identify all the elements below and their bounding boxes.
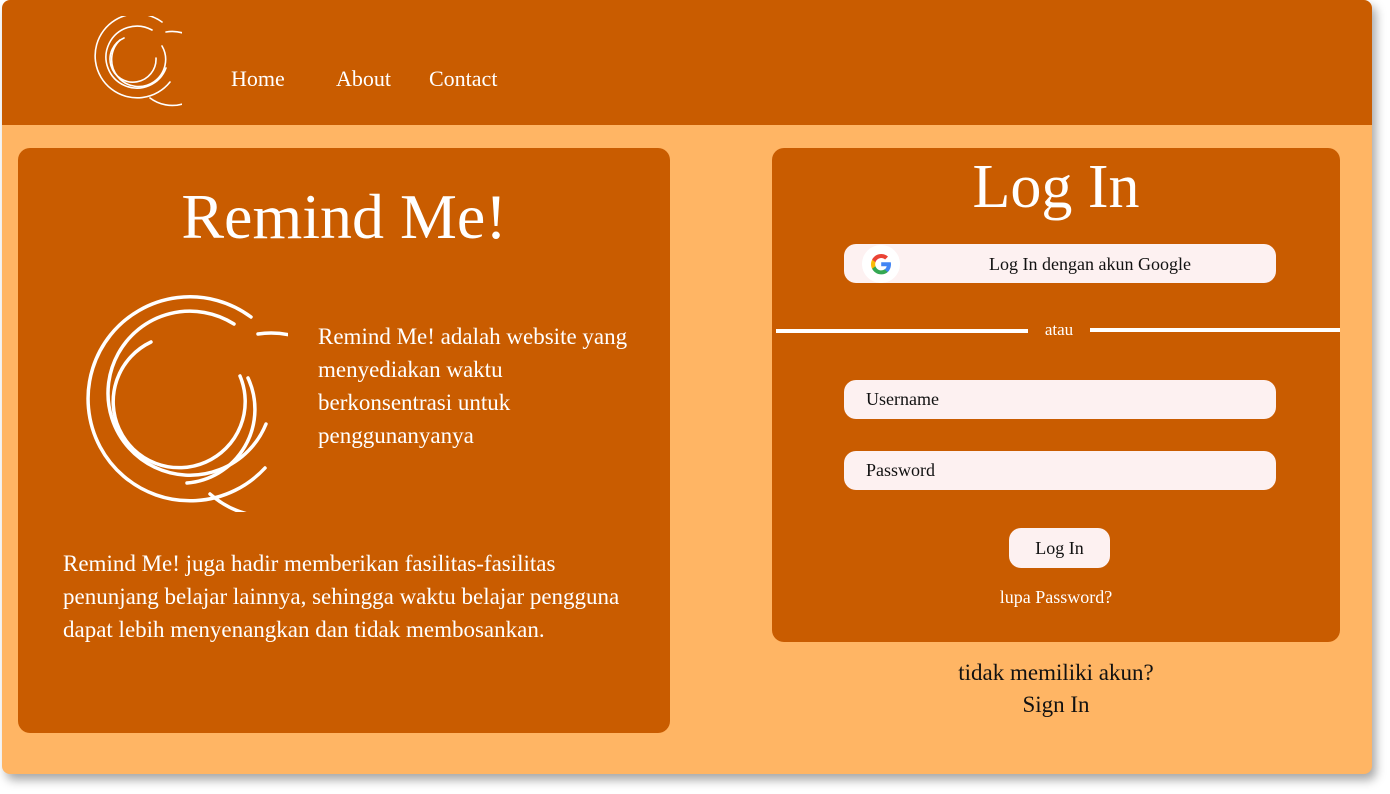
forgot-password-link[interactable]: lupa Password? xyxy=(772,587,1340,608)
app-extra-description: Remind Me! juga hadir memberikan fasilit… xyxy=(63,551,620,642)
nav-contact-link[interactable]: Contact xyxy=(429,66,497,92)
app-description: Remind Me! adalah website yang menyediak… xyxy=(318,324,628,448)
divider-text: atau xyxy=(1044,320,1074,339)
sign-in-link[interactable]: Sign In xyxy=(772,692,1340,718)
concentric-arcs-logo-icon xyxy=(86,295,288,512)
username-input[interactable] xyxy=(844,380,1276,419)
login-button[interactable]: Log In xyxy=(1009,528,1110,568)
concentric-arcs-logo-icon[interactable] xyxy=(90,16,182,108)
page: Home About Contact Remind Me! Remind Me!… xyxy=(2,0,1372,774)
google-login-button[interactable]: Log In dengan akun Google xyxy=(844,244,1276,283)
login-card: Log In Log In dengan akun Google atau Lo… xyxy=(772,148,1340,642)
app-title: Remind Me! xyxy=(181,181,507,252)
nav-about-link[interactable]: About xyxy=(336,66,391,92)
password-input[interactable] xyxy=(844,451,1276,490)
navbar: Home About Contact xyxy=(2,0,1372,125)
no-account-text: tidak memiliki akun? xyxy=(958,660,1154,685)
info-card: Remind Me! Remind Me! adalah website yan… xyxy=(18,148,670,733)
divider-line-left xyxy=(776,329,1028,333)
divider-line-right xyxy=(1090,328,1340,332)
nav-home-link[interactable]: Home xyxy=(231,66,285,92)
login-title: Log In xyxy=(972,153,1140,221)
google-login-label: Log In dengan akun Google xyxy=(989,254,1191,274)
